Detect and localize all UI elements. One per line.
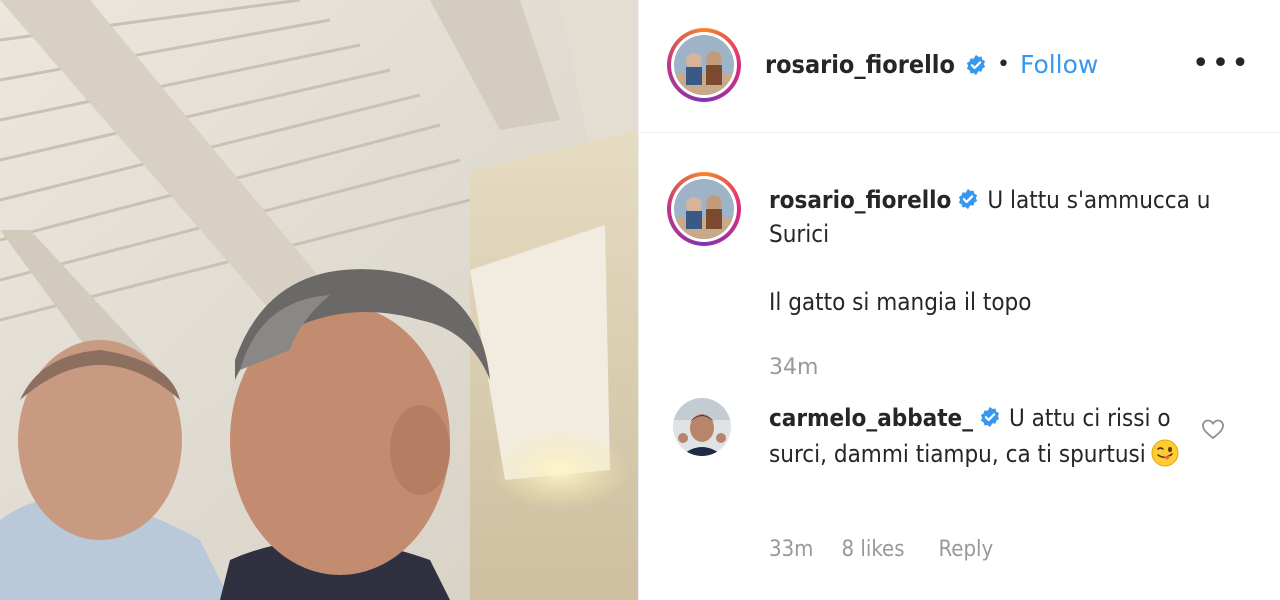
author-avatar[interactable] <box>667 28 741 102</box>
avatar-image <box>674 179 734 239</box>
comment-item: carmelo_abbate_ U attu ci rissi o surci,… <box>769 400 1209 472</box>
comment-meta: 33m 8 likes Reply <box>769 537 993 562</box>
verified-badge-icon <box>980 406 1000 428</box>
caption-author-avatar[interactable] <box>667 172 741 246</box>
separator-dot: • <box>996 52 1010 77</box>
commenter-avatar[interactable] <box>673 398 731 456</box>
more-options-icon[interactable]: ••• <box>1192 49 1251 79</box>
post-header: rosario_fiorello • Follow ••• <box>639 0 1280 133</box>
post-sidebar: rosario_fiorello • Follow ••• rosario_fi… <box>638 0 1280 600</box>
follow-button[interactable]: Follow <box>1020 50 1098 79</box>
comment-timestamp[interactable]: 33m <box>769 537 813 562</box>
header-user-row: rosario_fiorello • Follow <box>765 50 1098 79</box>
caption-timestamp[interactable]: 34m <box>769 355 818 380</box>
avatar-image <box>673 398 731 456</box>
reply-button[interactable]: Reply <box>939 537 994 562</box>
commenter-username[interactable]: carmelo_abbate_ <box>769 404 973 432</box>
author-username[interactable]: rosario_fiorello <box>765 50 955 79</box>
avatar-image <box>674 35 734 95</box>
post-caption: rosario_fiorello U lattu s'ammucca u Sur… <box>769 183 1239 319</box>
verified-badge-icon <box>966 54 986 75</box>
caption-username[interactable]: rosario_fiorello <box>769 186 951 214</box>
like-heart-icon[interactable] <box>1201 418 1225 440</box>
caption-translation: Il gatto si mangia il topo <box>769 288 1032 316</box>
post-photo[interactable] <box>0 0 638 600</box>
photo-illustration <box>0 0 638 600</box>
comment-likes[interactable]: 8 likes <box>841 537 904 562</box>
winking-face-with-tongue-icon <box>1151 439 1179 467</box>
verified-badge-icon <box>959 188 978 210</box>
